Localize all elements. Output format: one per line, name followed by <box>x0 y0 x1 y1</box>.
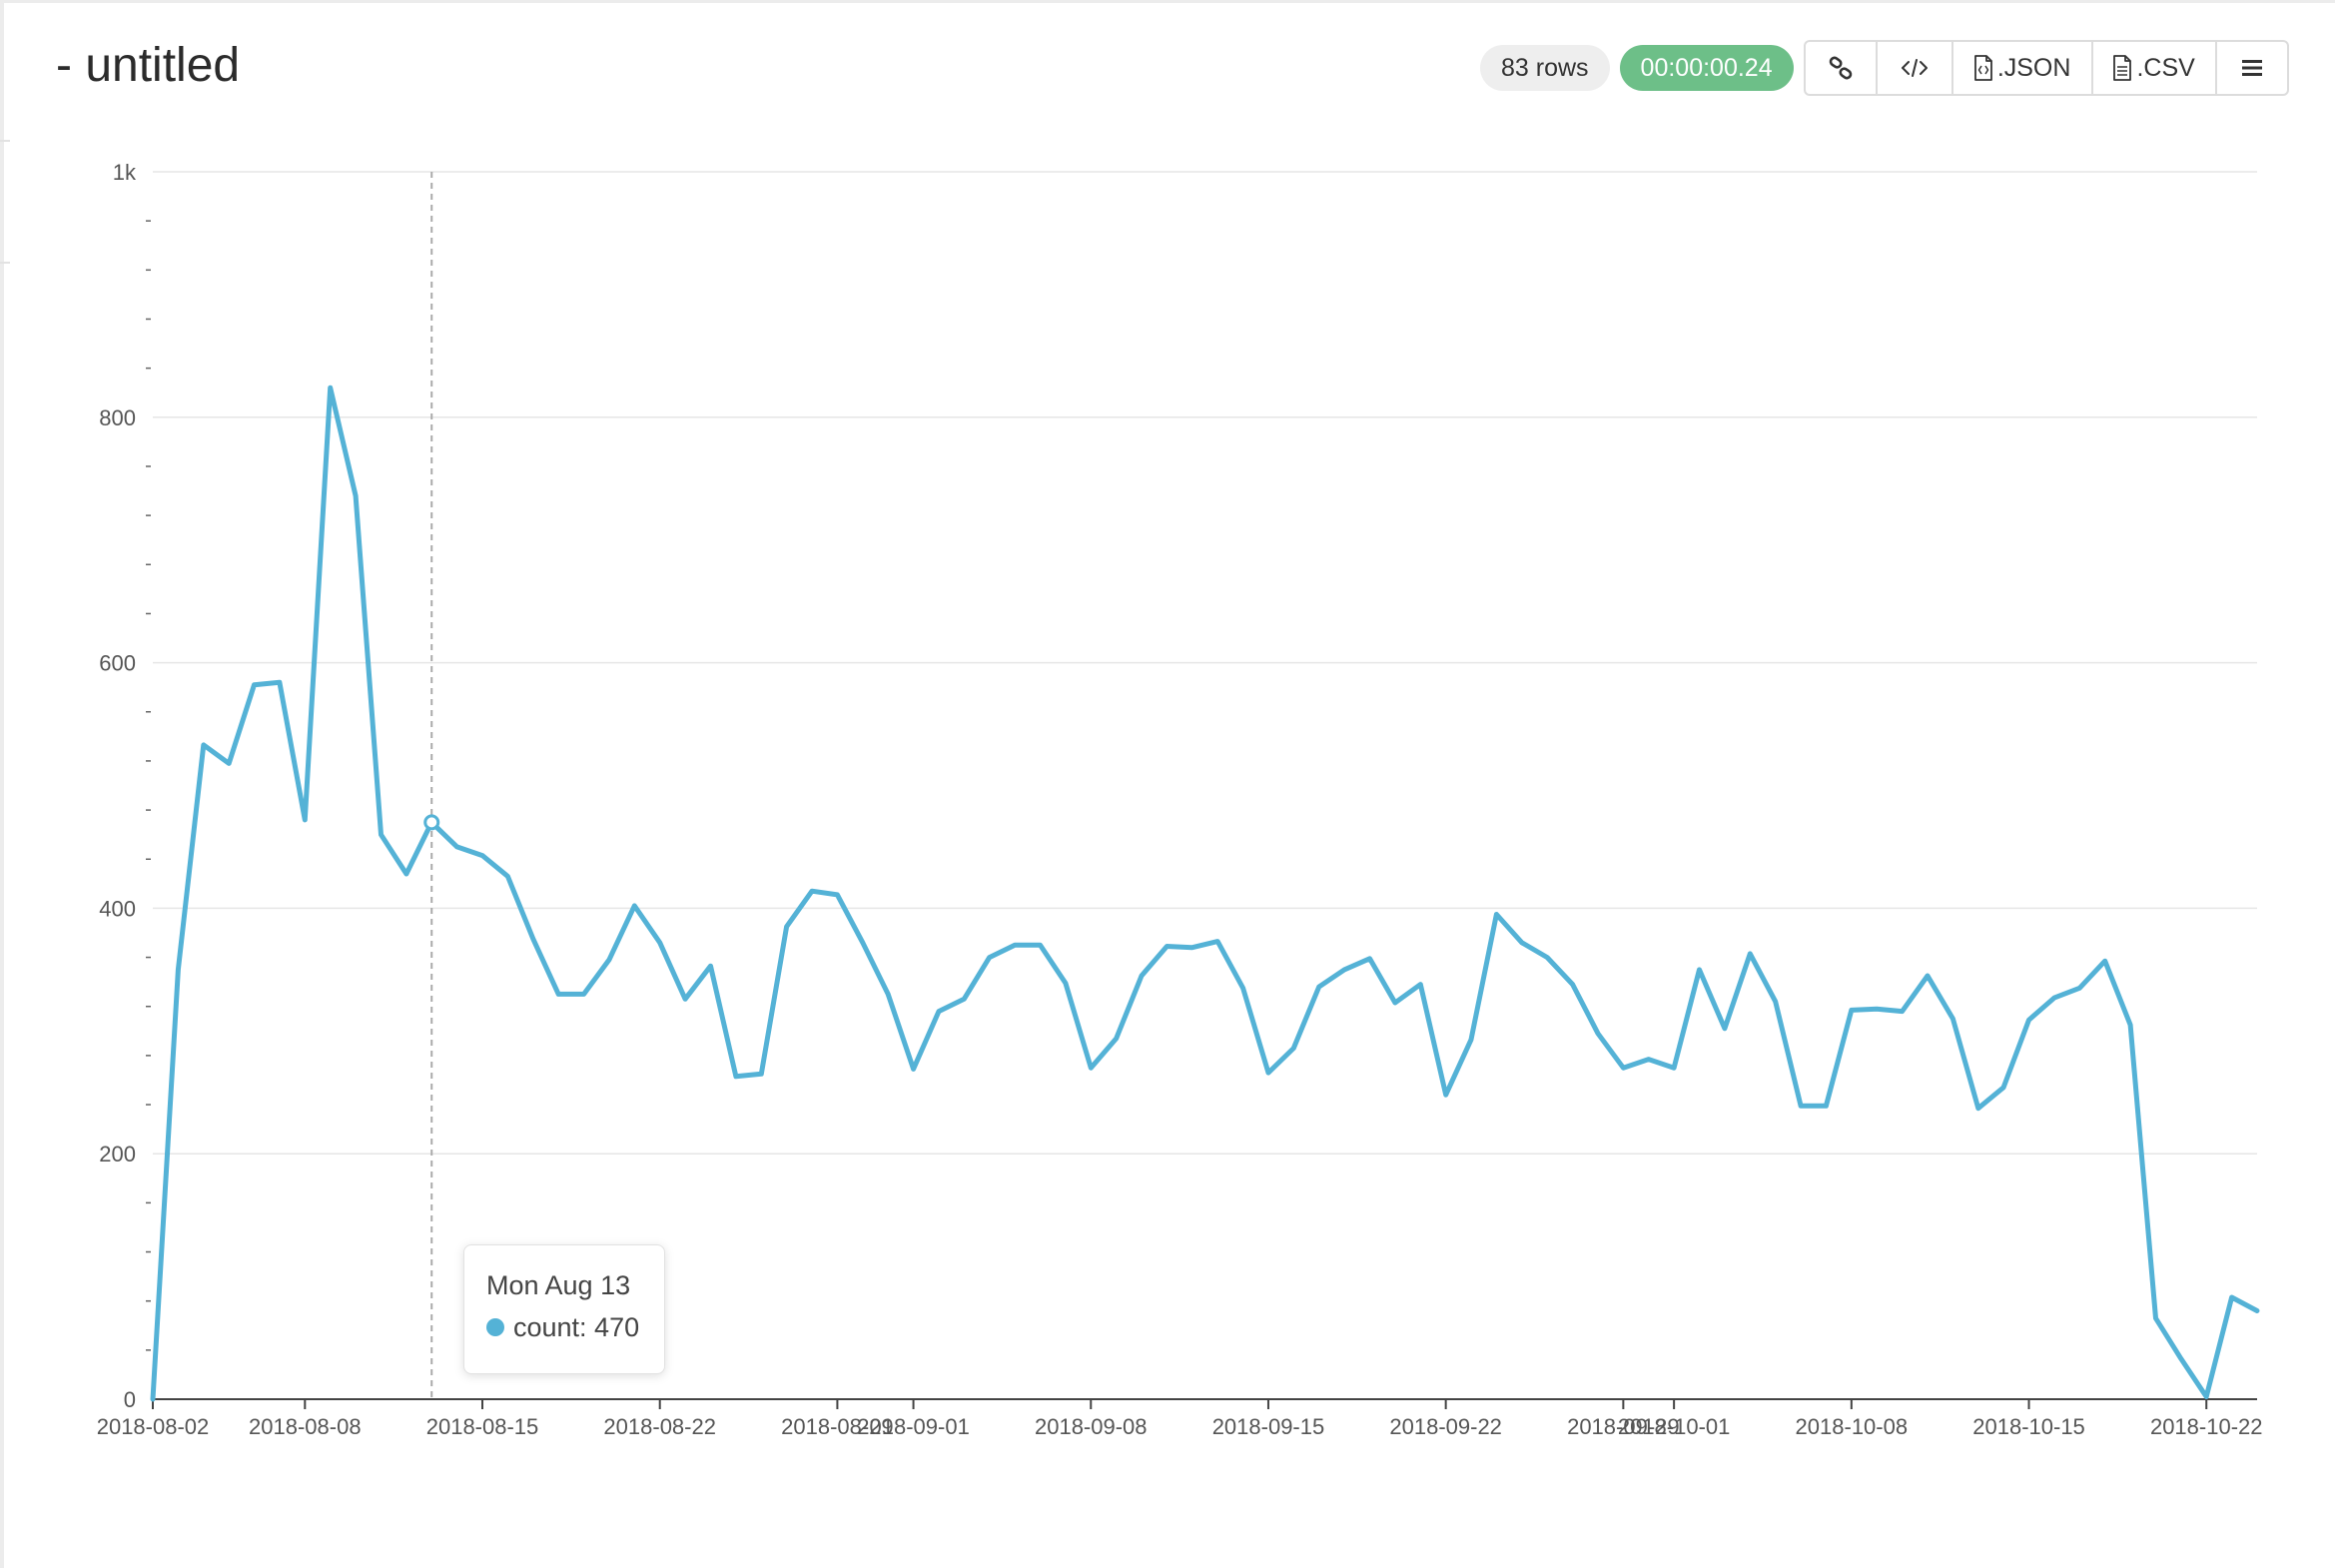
y-axis: 0 200 400 600 800 1k <box>99 160 151 1412</box>
x-tick-label: 2018-09-08 <box>1035 1414 1148 1439</box>
line-chart[interactable]: 02004006008001k 2018-08-02 2018-08-08 2018… <box>0 0 2335 1568</box>
x-tick-label: 2018-08-08 <box>249 1414 362 1439</box>
y-tick-label: 1k <box>113 160 137 185</box>
x-axis: 2018-08-02 2018-08-08 2018-08-15 2018-08-22… <box>97 1398 2263 1439</box>
series-dot-icon <box>486 1318 504 1336</box>
x-tick-label: 2018-10-08 <box>1796 1414 1909 1439</box>
y-tick-label: 0 <box>124 1387 136 1412</box>
x-tick-label: 2018-09-01 <box>857 1414 970 1439</box>
y-tick-label: 200 <box>99 1142 136 1167</box>
x-tick-label: 2018-08-15 <box>426 1414 539 1439</box>
x-tick-label: 2018-10-22 <box>2150 1414 2263 1439</box>
x-tick-label: 2018-08-22 <box>603 1414 716 1439</box>
x-tick-label: 2018-10-01 <box>1618 1414 1731 1439</box>
tooltip-value: count: 470 <box>513 1312 640 1342</box>
x-tick-label: 2018-10-15 <box>1972 1414 2085 1439</box>
y-tick-label: 400 <box>99 896 136 921</box>
tooltip-date: Mon Aug 13 <box>486 1270 631 1300</box>
y-tick-label: 800 <box>99 405 136 430</box>
x-tick-label: 2018-09-22 <box>1389 1414 1502 1439</box>
grid-layer <box>153 171 2257 1155</box>
x-tick-label: 2018-08-02 <box>97 1414 210 1439</box>
y-tick-label: 600 <box>99 651 136 676</box>
highlighted-point-marker <box>423 814 440 831</box>
x-tick-label: 2018-09-15 <box>1212 1414 1325 1439</box>
series-layer <box>150 172 2260 1402</box>
chart-tooltip: Mon Aug 13 count: 470 <box>463 1244 665 1374</box>
tooltip-row: count: 470 <box>486 1311 664 1343</box>
